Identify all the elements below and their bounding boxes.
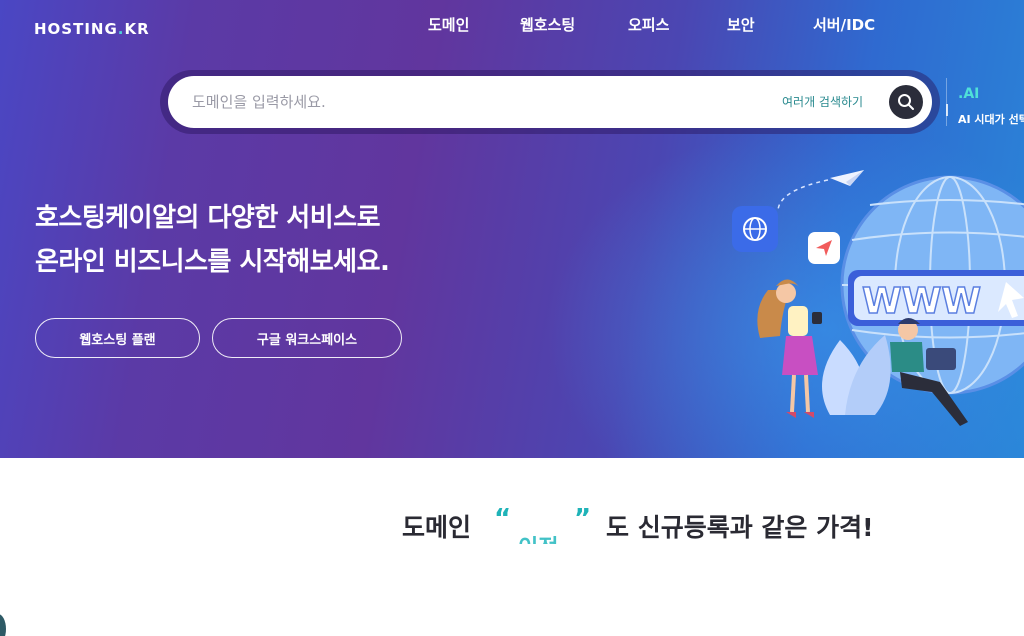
promo-open-quote: “ [494, 504, 512, 534]
ai-promo-title[interactable]: .AI [958, 86, 979, 102]
ai-promo-subtitle[interactable]: AI 시대가 선택 [958, 111, 1024, 127]
headline-line-2: 온라인 비즈니스를 시작해보세요. [35, 247, 390, 277]
side-divider [946, 78, 947, 126]
logo-text: HOSTING [34, 20, 118, 38]
promo-suffix: 도 신규등록과 같은 가격! [606, 513, 874, 542]
nav-item-webhosting[interactable]: 웹호스팅 [520, 14, 575, 35]
logo-suffix: KR [124, 20, 150, 38]
navigation-arrow-icon [808, 232, 840, 264]
google-workspace-button[interactable]: 구글 워크스페이스 [212, 318, 402, 358]
domain-transfer-promo: 도메인 “ ⌒⌒ 이전 ” 도 신규등록과 같은 가격! [0, 504, 1024, 548]
www-text: WWW [862, 281, 981, 322]
domain-search-box: 여러개 검색하기 [168, 76, 932, 128]
site-logo[interactable]: HOSTING.KR [34, 20, 150, 38]
domain-search-input[interactable] [192, 76, 752, 128]
nav-item-office[interactable]: 오피스 [628, 14, 669, 35]
headline-line-1: 호스팅케이알의 다양한 서비스로 [35, 203, 380, 233]
nav-item-security[interactable]: 보안 [727, 14, 755, 35]
woman-figure [757, 279, 822, 418]
promo-close-quote: ” [574, 504, 592, 534]
multi-search-link[interactable]: 여러개 검색하기 [782, 93, 863, 110]
nav-item-domain[interactable]: 도메인 [428, 14, 469, 35]
web-globe-app-icon [732, 206, 778, 252]
search-button[interactable] [889, 85, 923, 119]
logo-dot: . [117, 20, 125, 38]
search-icon [898, 94, 914, 110]
rolling-word-top: ⌒⌒ [518, 508, 563, 525]
side-tick [946, 104, 948, 116]
hero-illustration: WWW [732, 170, 1024, 426]
promo-prefix: 도메인 [402, 513, 472, 542]
plant-decoration [822, 335, 891, 415]
rolling-word-bottom: 이전 [518, 530, 558, 544]
hero-banner: HOSTING.KR 도메인 웹호스팅 오피스 보안 서버/IDC 여러개 검색… [0, 0, 1024, 458]
paper-plane-icon [777, 170, 864, 211]
www-address-bar: WWW [848, 270, 1024, 326]
hero-headline: 호스팅케이알의 다양한 서비스로 온라인 비즈니스를 시작해보세요. [35, 196, 390, 284]
webhosting-plan-button[interactable]: 웹호스팅 플랜 [35, 318, 200, 358]
nav-item-server-idc[interactable]: 서버/IDC [813, 14, 875, 35]
promo-rolling-keyword: ⌒⌒ 이전 [518, 508, 568, 544]
